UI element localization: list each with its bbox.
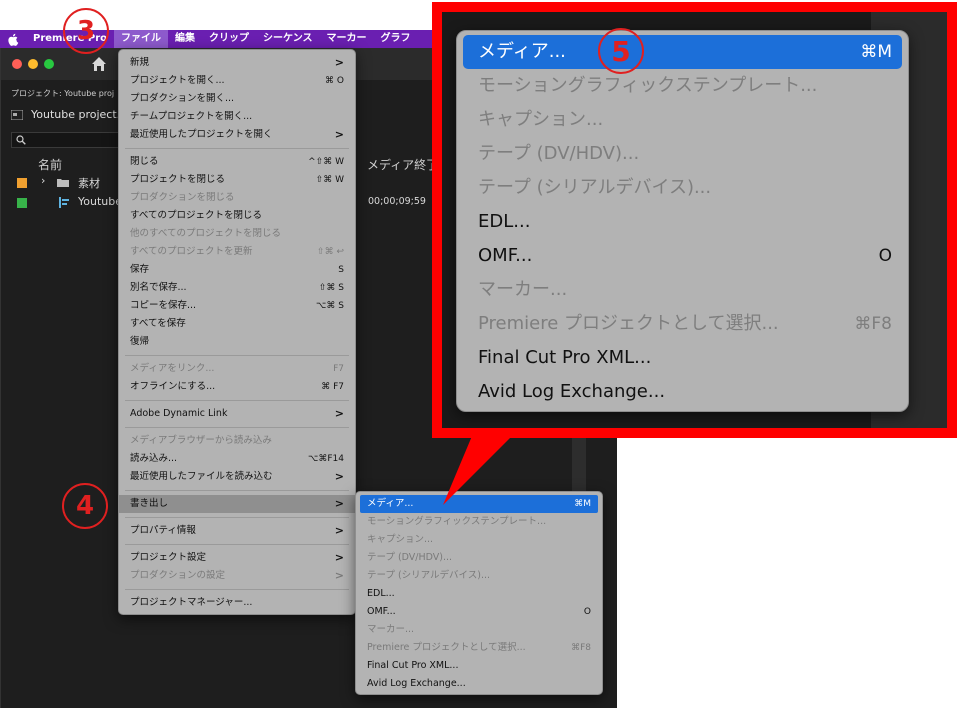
zoom-menu-item-6[interactable]: OMF... O — [457, 239, 908, 273]
zoom-menu-item-label: キャプション... — [478, 109, 604, 130]
zoom-menu-item-label: モーショングラフィックステンプレート... — [478, 75, 818, 96]
zoom-menu-item-1[interactable]: モーショングラフィックステンプレート... — [457, 69, 908, 103]
zoom-menu-item-4[interactable]: テープ (シリアルデバイス)... — [457, 171, 908, 205]
zoom-menu-item-5[interactable]: EDL... — [457, 205, 908, 239]
step-5-marker: 5 — [598, 28, 644, 74]
zoom-menu-item-label: テープ (DV/HDV)... — [478, 143, 640, 164]
zoom-menu-item-8[interactable]: Premiere プロジェクトとして選択... ⌘F8 — [457, 307, 908, 341]
zoom-menu-item-2[interactable]: キャプション... — [457, 103, 908, 137]
zoom-callout: メディア... ⌘M モーショングラフィックステンプレート... キャプション... テ… — [432, 2, 957, 438]
step-3-marker: 3 — [63, 8, 109, 54]
zoom-menu-item-10[interactable]: Avid Log Exchange... — [457, 375, 908, 409]
zoom-menu-item-0[interactable]: メディア... ⌘M — [463, 35, 902, 69]
zoom-menu-item-label: Final Cut Pro XML... — [478, 347, 652, 368]
shortcut-label: ⌘M — [860, 42, 892, 62]
zoom-menu-item-label: EDL... — [478, 211, 531, 232]
zoom-menu-item-label: Premiere プロジェクトとして選択... — [478, 313, 779, 334]
zoom-menu-item-label: マーカー... — [478, 279, 568, 300]
zoom-menu-item-label: Avid Log Exchange... — [478, 381, 666, 402]
zoom-export-submenu: メディア... ⌘M モーショングラフィックステンプレート... キャプション... テ… — [456, 30, 909, 412]
zoom-menu-item-3[interactable]: テープ (DV/HDV)... — [457, 137, 908, 171]
zoom-menu-item-9[interactable]: Final Cut Pro XML... — [457, 341, 908, 375]
shortcut-label: ⌘F8 — [854, 314, 892, 334]
shortcut-label: O — [878, 246, 892, 266]
zoom-menu-item-label: メディア... — [478, 41, 566, 62]
zoom-menu-item-label: テープ (シリアルデバイス)... — [478, 177, 712, 198]
zoom-menu-item-label: OMF... — [478, 245, 533, 266]
zoom-menu-item-7[interactable]: マーカー... — [457, 273, 908, 307]
step-4-marker: 4 — [62, 483, 108, 529]
